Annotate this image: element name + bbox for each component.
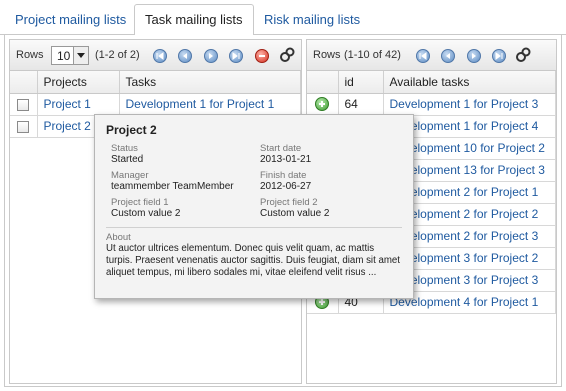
rows-per-page-select[interactable]: 10: [51, 46, 89, 65]
project-field-1-label: Project field 1: [111, 197, 169, 208]
about-label: About: [106, 232, 131, 243]
finish-date-field: Finish date 2012-06-27: [260, 170, 311, 193]
status-value: Started: [111, 154, 144, 165]
table-row: 64 Development 1 for Project 3: [307, 93, 556, 116]
last-page-icon[interactable]: [492, 49, 506, 63]
project-field-1-value: Custom value 2: [111, 208, 181, 219]
page-range: (1-10 of 42): [344, 49, 401, 61]
finish-date-label: Finish date: [260, 170, 307, 181]
right-toolbar: Rows (1-10 of 42): [307, 40, 556, 71]
tooltip-title: Project 2: [106, 123, 157, 137]
task-id: 64: [338, 93, 384, 116]
tab-project-mailing-lists[interactable]: Project mailing lists: [4, 4, 137, 35]
remove-icon[interactable]: [255, 49, 269, 63]
manager-field: Manager teammember TeamMember: [111, 170, 234, 193]
status-field: Status Started: [111, 143, 143, 166]
start-date-value: 2013-01-21: [260, 154, 312, 165]
settings-gear-icon[interactable]: [515, 47, 531, 63]
first-page-icon[interactable]: [416, 49, 430, 63]
last-page-icon[interactable]: [229, 49, 243, 63]
next-page-icon[interactable]: [467, 49, 481, 63]
tab-bar: Project mailing lists Task mailing lists…: [0, 0, 566, 36]
add-column-header: [307, 71, 339, 94]
add-icon[interactable]: [315, 97, 330, 112]
start-date-label: Start date: [260, 143, 302, 154]
tab-task-mailing-lists[interactable]: Task mailing lists: [134, 4, 254, 36]
finish-date-value: 2012-06-27: [260, 181, 312, 192]
row-select-cell: [10, 93, 38, 116]
project-link[interactable]: Project 1: [37, 93, 120, 116]
rows-label: Rows: [313, 49, 341, 61]
select-column-header: [10, 71, 38, 94]
about-text: Ut auctor ultrices elementum. Donec quis…: [106, 243, 400, 278]
project-field-2-value: Custom value 2: [260, 208, 330, 219]
task-link[interactable]: Development 1 for Project 1: [119, 93, 301, 116]
left-toolbar: Rows 10 (1-2 of 2): [10, 40, 301, 71]
tasks-column-header[interactable]: Tasks: [119, 71, 301, 94]
about-section: About Ut auctor ultrices elementum. Done…: [106, 227, 402, 279]
add-cell: [307, 93, 339, 116]
first-page-icon[interactable]: [153, 49, 167, 63]
manager-value: teammember TeamMember: [111, 181, 234, 192]
rows-per-page-value: 10: [57, 49, 71, 63]
prev-page-icon[interactable]: [441, 49, 455, 63]
project-field-2-label: Project field 2: [260, 197, 318, 208]
settings-gear-icon[interactable]: [279, 47, 295, 63]
row-checkbox[interactable]: [17, 98, 30, 111]
available-tasks-column-header[interactable]: Available tasks: [383, 71, 556, 94]
project-field-2: Project field 2 Custom value 2: [260, 197, 329, 220]
rows-label: Rows: [16, 49, 44, 61]
manager-label: Manager: [111, 170, 149, 181]
project-field-1: Project field 1 Custom value 2: [111, 197, 180, 220]
id-column-header[interactable]: id: [338, 71, 384, 94]
tooltip-fields: Status Started Start date 2013-01-21 Man…: [106, 143, 402, 221]
start-date-field: Start date 2013-01-21: [260, 143, 311, 166]
page-range: (1-2 of 2): [95, 49, 140, 61]
chevron-down-icon[interactable]: [73, 47, 88, 64]
next-page-icon[interactable]: [204, 49, 218, 63]
project-details-tooltip: Project 2 Status Started Start date 2013…: [94, 114, 414, 299]
row-select-cell: [10, 115, 38, 138]
prev-page-icon[interactable]: [178, 49, 192, 63]
status-label: Status: [111, 143, 138, 154]
available-task-link[interactable]: Development 1 for Project 3: [383, 93, 556, 116]
row-checkbox[interactable]: [17, 120, 30, 133]
table-row: Project 1 Development 1 for Project 1: [10, 93, 301, 116]
tab-risk-mailing-lists[interactable]: Risk mailing lists: [253, 4, 371, 35]
projects-column-header[interactable]: Projects: [37, 71, 120, 94]
